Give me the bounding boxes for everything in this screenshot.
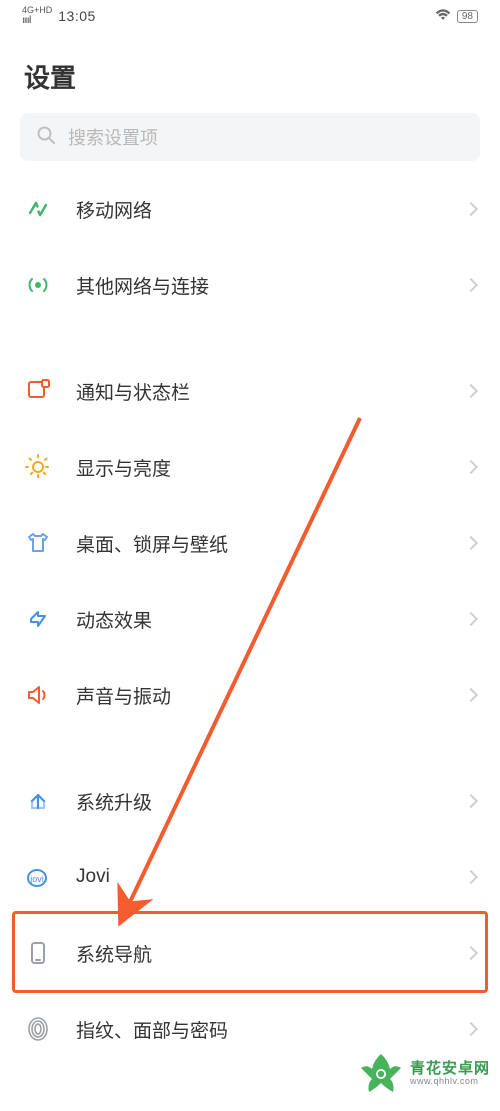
upgrade-icon <box>24 787 52 815</box>
row-label: 系统升级 <box>76 788 442 815</box>
battery-indicator: 98 <box>457 10 478 23</box>
settings-row-other-connections[interactable]: 其他网络与连接 <box>0 247 500 323</box>
chevron-right-icon <box>464 946 478 960</box>
watermark-logo-icon <box>358 1051 404 1097</box>
network-type: 4G+HD ııııl <box>22 6 52 26</box>
jovi-icon: jovi <box>24 863 52 891</box>
chevron-right-icon <box>464 870 478 884</box>
wifi-icon <box>435 9 451 24</box>
row-label: Jovi <box>76 866 442 888</box>
settings-row-wallpaper[interactable]: 桌面、锁屏与壁纸 <box>0 505 500 581</box>
chevron-right-icon <box>464 1022 478 1036</box>
settings-row-mobile-network[interactable]: 移动网络 <box>0 171 500 247</box>
svg-text:jovi: jovi <box>29 874 44 884</box>
watermark-title: 青花安卓网 <box>410 1061 490 1078</box>
watermark-url: www.qhhlv.com <box>410 1077 490 1087</box>
mobile-network-icon <box>24 195 52 223</box>
settings-row-sound[interactable]: 声音与振动 <box>0 657 500 733</box>
settings-row-system-update[interactable]: 系统升级 <box>0 763 500 839</box>
row-label: 系统导航 <box>76 940 442 967</box>
row-label: 显示与亮度 <box>76 454 442 481</box>
page-title: 设置 <box>0 32 500 113</box>
settings-row-display-brightness[interactable]: 显示与亮度 <box>0 429 500 505</box>
row-label: 动态效果 <box>76 606 442 633</box>
sun-icon <box>24 453 52 481</box>
shirt-icon <box>24 529 52 557</box>
chevron-right-icon <box>464 384 478 398</box>
status-right: 98 <box>435 9 478 24</box>
search-input[interactable]: 搜索设置项 <box>20 113 480 161</box>
sound-icon <box>24 681 52 709</box>
effects-icon <box>24 605 52 633</box>
phone-icon <box>24 939 52 967</box>
settings-row-effects[interactable]: 动态效果 <box>0 581 500 657</box>
settings-row-notification-status[interactable]: 通知与状态栏 <box>0 353 500 429</box>
chevron-right-icon <box>464 278 478 292</box>
clock: 13:05 <box>58 8 96 24</box>
chevron-right-icon <box>464 536 478 550</box>
notification-icon <box>24 377 52 405</box>
watermark: 青花安卓网 www.qhhlv.com <box>358 1051 490 1097</box>
settings-row-system-nav[interactable]: 系统导航 <box>0 915 500 991</box>
chevron-right-icon <box>464 794 478 808</box>
status-left: 4G+HD ııııl 13:05 <box>22 6 96 26</box>
row-label: 指纹、面部与密码 <box>76 1016 442 1043</box>
row-label: 其他网络与连接 <box>76 272 442 299</box>
fingerprint-icon <box>24 1015 52 1043</box>
chevron-right-icon <box>464 688 478 702</box>
row-label: 通知与状态栏 <box>76 378 442 405</box>
chevron-right-icon <box>464 202 478 216</box>
row-label: 桌面、锁屏与壁纸 <box>76 530 442 557</box>
settings-row-jovi[interactable]: jovi Jovi <box>0 839 500 915</box>
chevron-right-icon <box>464 460 478 474</box>
status-bar: 4G+HD ııııl 13:05 98 <box>0 0 500 32</box>
chevron-right-icon <box>464 612 478 626</box>
search-placeholder: 搜索设置项 <box>68 124 158 150</box>
broadcast-icon <box>24 271 52 299</box>
row-label: 移动网络 <box>76 196 442 223</box>
search-icon <box>36 125 56 150</box>
settings-list: 移动网络其他网络与连接通知与状态栏显示与亮度桌面、锁屏与壁纸动态效果声音与振动系… <box>0 171 500 1067</box>
row-label: 声音与振动 <box>76 682 442 709</box>
